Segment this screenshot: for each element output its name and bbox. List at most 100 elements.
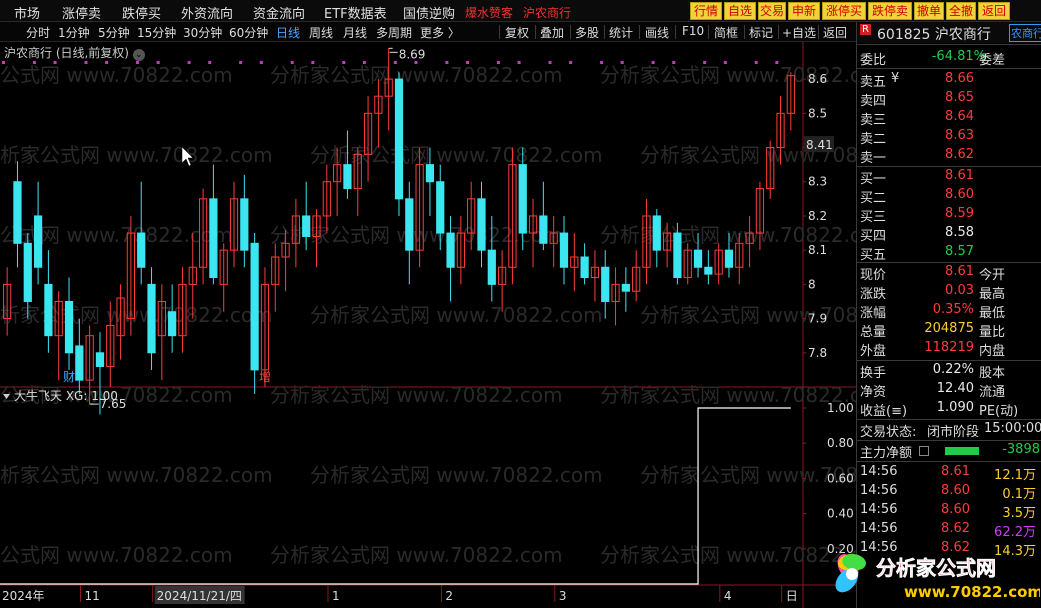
tool-draw-button[interactable]: 画线 — [645, 24, 669, 41]
menu-tag-stock[interactable]: 沪农商行 — [523, 4, 571, 21]
table-icon[interactable] — [919, 446, 929, 456]
candle[interactable] — [13, 161, 22, 268]
candle[interactable] — [374, 79, 383, 148]
toolbar-divider — [675, 25, 676, 39]
quick-button-ipo[interactable]: 申新 — [788, 2, 820, 20]
period-tab-multi[interactable]: 多周期 — [376, 24, 412, 41]
quick-button-limitdown-sell[interactable]: 跌停卖 — [868, 2, 912, 20]
candle[interactable] — [363, 96, 373, 182]
period-tab-15min[interactable]: 15分钟 — [137, 24, 176, 41]
candle[interactable] — [394, 72, 404, 216]
quick-button-watchlist[interactable]: 自选 — [724, 2, 756, 20]
tool-multistock-button[interactable]: 多股 — [575, 24, 599, 41]
signal-dot — [569, 61, 573, 64]
candle[interactable] — [539, 181, 548, 251]
candle[interactable] — [64, 277, 74, 370]
candle[interactable] — [240, 174, 249, 268]
ask-level-row[interactable]: 卖三 8.64 — [857, 109, 1041, 128]
tool-overlay-button[interactable]: 叠加 — [540, 24, 564, 41]
ask-level-row[interactable]: 卖二 8.63 — [857, 128, 1041, 147]
panel-header: R 601825 沪农商行 农商行 — [857, 22, 1041, 43]
quick-button-trade[interactable]: 交易 — [758, 2, 786, 20]
kline-chart[interactable]: 分析家公式网 www.70822.com 分析家公式网 www.70822.com… — [0, 42, 856, 608]
menu-limit-down-buy[interactable]: 跌停买 — [122, 3, 161, 22]
time-axis-label: 2024/11/21/四 — [157, 589, 242, 603]
menu-etf-table[interactable]: ETF数据表 — [324, 3, 387, 22]
bid-level-row[interactable]: 买二 8.60 — [857, 187, 1041, 206]
quick-button-limitup-buy[interactable]: 涨停买 — [822, 2, 866, 20]
candle[interactable] — [704, 250, 713, 285]
quick-button-cancel[interactable]: 撤单 — [914, 2, 944, 20]
quick-button-quote[interactable]: 行情 — [690, 2, 722, 20]
period-tab-intraday[interactable]: 分时 — [26, 24, 50, 41]
chevron-down-icon[interactable]: ⌄ — [132, 49, 145, 61]
period-tab-30min[interactable]: 30分钟 — [183, 24, 222, 41]
candle[interactable] — [343, 130, 352, 199]
tool-f10-button[interactable]: F10 — [682, 24, 704, 38]
tool-add-watchlist-button[interactable]: +自选 — [782, 24, 816, 41]
candle[interactable] — [147, 267, 156, 370]
candle[interactable] — [611, 267, 620, 326]
candle[interactable] — [601, 250, 610, 319]
quick-button-back[interactable]: 返回 — [978, 2, 1010, 20]
candle[interactable] — [714, 243, 723, 285]
bid-level-row[interactable]: 买一 8.61 — [857, 168, 1041, 187]
tool-adjust-button[interactable]: 复权 — [505, 24, 529, 41]
candle[interactable] — [384, 48, 393, 131]
candle[interactable] — [44, 250, 53, 353]
quick-button-cancel-all[interactable]: 全撤 — [946, 2, 976, 20]
menu-foreign-flow[interactable]: 外资流向 — [181, 3, 233, 22]
candle[interactable] — [33, 181, 43, 285]
period-tab-monthly[interactable]: 月线 — [343, 24, 367, 41]
candle[interactable] — [621, 267, 630, 312]
candle[interactable] — [209, 164, 218, 285]
menu-tag-1[interactable]: 爆水赞客 — [465, 4, 513, 21]
trade-status-row: 交易状态: 闭市阶段 15:00:00 — [860, 421, 1041, 440]
candle[interactable] — [632, 250, 641, 302]
menu-market[interactable]: 市场 — [14, 3, 40, 22]
menu-repo[interactable]: 国债逆购 — [403, 3, 455, 22]
candle[interactable] — [683, 243, 692, 285]
candle[interactable] — [157, 284, 166, 381]
period-tab-1min[interactable]: 1分钟 — [58, 24, 90, 41]
stat-label: 外盘 — [860, 344, 887, 359]
candle[interactable] — [508, 147, 517, 285]
bid-level-row[interactable]: 买四 8.58 — [857, 225, 1041, 244]
ask-level-row[interactable]: 卖四 8.65 — [857, 90, 1041, 109]
tool-stats-button[interactable]: 统计 — [609, 24, 633, 41]
tool-back-button[interactable]: 返回 — [823, 24, 847, 41]
tool-simple-frame-button[interactable]: 简框 — [714, 24, 738, 41]
candle[interactable] — [477, 181, 486, 268]
indicator-tick-label: 1.00 — [827, 401, 854, 415]
menu-capital-flow[interactable]: 资金流向 — [253, 3, 305, 22]
period-tab-daily[interactable]: 日线 — [276, 24, 300, 41]
period-tab-more[interactable]: 更多 〉 — [420, 24, 460, 41]
price-tick-label: 8.3 — [808, 175, 827, 189]
bid-level-row[interactable]: 买五 8.57 — [857, 244, 1041, 263]
candle[interactable] — [405, 181, 414, 285]
site-logo: 分析家公式网 www.70822.com — [835, 554, 1040, 601]
candle[interactable] — [528, 198, 538, 268]
candle[interactable] — [250, 233, 259, 394]
candle[interactable] — [168, 284, 177, 353]
period-tab-5min[interactable]: 5分钟 — [98, 24, 130, 41]
candle[interactable] — [137, 181, 146, 285]
period-tab-60min[interactable]: 60分钟 — [229, 24, 268, 41]
candle[interactable] — [271, 243, 280, 312]
menu-limit-up-sell[interactable]: 涨停卖 — [62, 3, 101, 22]
toolbar-divider — [604, 25, 605, 39]
candle[interactable] — [570, 233, 579, 292]
candle[interactable] — [590, 250, 600, 302]
period-tab-weekly[interactable]: 周线 — [309, 24, 333, 41]
stock-tab[interactable]: 农商行 — [1009, 24, 1041, 42]
ask-level-row[interactable]: 卖五 ¥8.66 — [857, 71, 1041, 90]
candle[interactable] — [580, 243, 589, 285]
ask-level-label: 卖三 — [860, 113, 887, 128]
candle[interactable] — [219, 243, 228, 312]
bid-level-row[interactable]: 买三 8.59 — [857, 206, 1041, 225]
candle[interactable] — [652, 209, 661, 268]
stat-value: 1.090 — [936, 400, 974, 415]
ask-level-sub: ¥ — [891, 71, 900, 86]
ask-level-row[interactable]: 卖一 8.62 — [857, 147, 1041, 166]
tool-mark-button[interactable]: 标记 — [749, 24, 773, 41]
